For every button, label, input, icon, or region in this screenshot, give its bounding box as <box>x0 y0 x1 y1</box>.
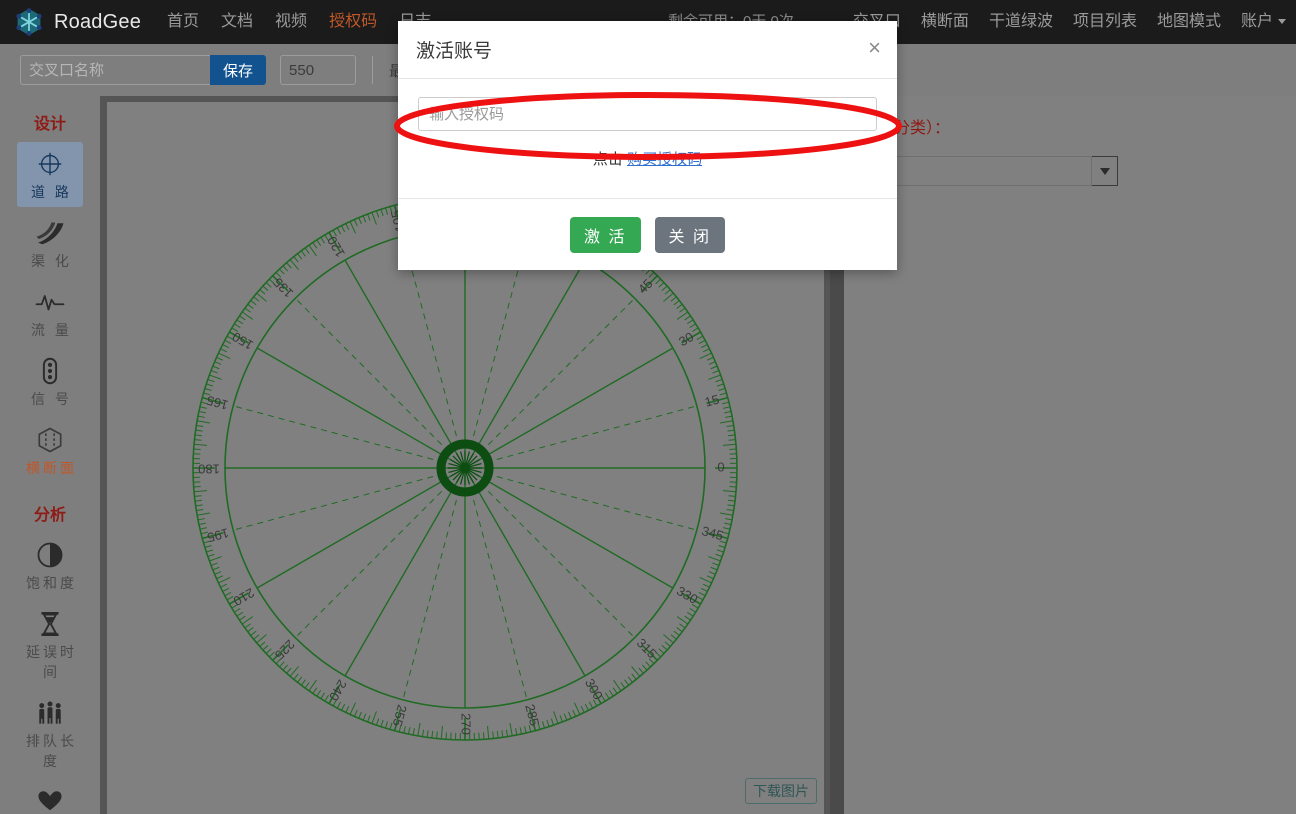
svg-text:270: 270 <box>459 713 474 735</box>
chevron-down-icon <box>1278 19 1286 25</box>
svg-text:285: 285 <box>522 703 542 728</box>
sidebar-item-delay-label: 延误时间 <box>26 644 77 680</box>
sidebar-item-saturation[interactable]: 饱和度 <box>17 533 83 598</box>
nav-item-account[interactable]: 账户 <box>1241 0 1286 44</box>
nav-right-group: 交叉口 横断面 干道绿波 项目列表 地图模式 账户 <box>833 0 1286 44</box>
brand[interactable]: RoadGee <box>0 7 141 37</box>
sidebar-item-channelization-label: 渠 化 <box>31 253 72 269</box>
left-sidebar: 设计 道 路 渠 化 流 量 信 号 横断面 分析 饱和度 延误时间 排队长度 <box>0 96 100 814</box>
intersection-name-group: 保存 <box>20 55 267 85</box>
activate-account-modal: 激活账号 × 点击 购买授权码 激 活 关 闭 <box>398 21 897 270</box>
modal-header: 激活账号 × <box>398 21 897 79</box>
license-code-input[interactable] <box>418 97 877 131</box>
download-image-button[interactable]: 下载图片 <box>745 778 817 804</box>
waveform-pulse-icon <box>17 287 83 317</box>
buy-hint-prefix: 点击 <box>592 151 623 168</box>
svg-text:150: 150 <box>230 329 256 353</box>
svg-text:30: 30 <box>676 329 696 349</box>
close-button[interactable]: 关 闭 <box>654 216 725 253</box>
right-panel-title: 度（分类）： <box>862 120 951 137</box>
sidebar-item-flow-label: 流 量 <box>31 322 72 338</box>
nav-item-cross-section[interactable]: 横断面 <box>921 0 969 44</box>
close-icon[interactable]: × <box>868 37 881 59</box>
sidebar-group-design-title: 设计 <box>33 116 66 133</box>
account-label: 账户 <box>1240 13 1273 30</box>
nav-item-project-list[interactable]: 项目列表 <box>1073 0 1137 44</box>
sidebar-item-signal[interactable]: 信 号 <box>17 349 83 414</box>
sidebar-item-channelization[interactable]: 渠 化 <box>17 211 83 276</box>
buy-license-link[interactable]: 购买授权码 <box>627 151 702 168</box>
chevron-down-icon <box>1099 167 1110 175</box>
sidebar-item-cross-section[interactable]: 横断面 <box>17 418 83 483</box>
svg-text:195: 195 <box>206 525 231 545</box>
save-button[interactable]: 保存 <box>210 55 267 85</box>
hexagon-snowflake-icon <box>16 8 42 36</box>
sidebar-item-road-label: 道 路 <box>31 184 72 200</box>
svg-text:255: 255 <box>390 703 410 728</box>
modal-footer: 激 活 关 闭 <box>398 198 897 270</box>
heart-hand-icon <box>17 787 83 814</box>
svg-text:315: 315 <box>634 635 660 661</box>
nav-item-map-mode[interactable]: 地图模式 <box>1157 0 1221 44</box>
sidebar-item-service-level[interactable]: 服务水平 <box>17 780 83 814</box>
sidebar-item-queue-length-label: 排队长度 <box>26 733 77 769</box>
svg-text:240: 240 <box>326 677 350 703</box>
category-select-caret[interactable] <box>1092 156 1118 186</box>
svg-text:135: 135 <box>270 275 296 301</box>
category-select-row <box>862 156 1280 186</box>
svg-text:165: 165 <box>205 393 230 413</box>
right-panel: 度（分类）： <box>844 96 1296 814</box>
sidebar-item-signal-label: 信 号 <box>31 391 72 407</box>
lane-channel-icon <box>17 218 83 248</box>
people-queue-icon <box>17 698 83 728</box>
svg-text:300: 300 <box>582 676 606 702</box>
cross-section-icon <box>17 425 83 455</box>
modal-title: 激活账号 <box>416 41 493 62</box>
intersection-name-input[interactable] <box>20 55 210 85</box>
nav-item-video[interactable]: 视频 <box>275 0 307 44</box>
nav-item-green-wave[interactable]: 干道绿波 <box>989 0 1053 44</box>
svg-text:45: 45 <box>635 276 656 297</box>
half-circle-contrast-icon <box>17 540 83 570</box>
svg-text:0: 0 <box>717 459 724 474</box>
nav-item-home[interactable]: 首页 <box>167 0 199 44</box>
brand-name: RoadGee <box>54 10 142 33</box>
sidebar-item-road[interactable]: 道 路 <box>17 142 83 207</box>
canvas-size-input[interactable] <box>280 55 357 85</box>
nav-item-docs[interactable]: 文档 <box>221 0 253 44</box>
buy-hint-row: 点击 购买授权码 <box>418 148 877 169</box>
sidebar-item-delay[interactable]: 延误时间 <box>17 602 83 687</box>
svg-text:210: 210 <box>231 585 257 609</box>
svg-text:180: 180 <box>198 462 220 477</box>
sidebar-item-saturation-label: 饱和度 <box>26 575 77 591</box>
sidebar-item-cross-section-label: 横断面 <box>26 460 77 476</box>
crosshair-target-icon <box>17 149 83 179</box>
traffic-light-icon <box>17 356 83 386</box>
sidebar-item-queue-length[interactable]: 排队长度 <box>17 691 83 776</box>
toolbar-divider <box>372 56 374 84</box>
toolbar-inner: 保存 最多支 <box>0 55 434 85</box>
sidebar-item-flow[interactable]: 流 量 <box>17 280 83 345</box>
sidebar-group-analysis-title: 分析 <box>33 507 66 524</box>
hourglass-icon <box>17 609 83 639</box>
svg-text:330: 330 <box>674 583 700 607</box>
svg-text:120: 120 <box>324 234 348 260</box>
app-root: RoadGee 首页 文档 视频 授权码 日志 剩余可用：0天 0次 交叉口 横… <box>0 0 1296 814</box>
nav-item-license[interactable]: 授权码 <box>329 0 377 44</box>
svg-text:15: 15 <box>703 392 721 410</box>
modal-body: 点击 购买授权码 <box>398 79 897 169</box>
activate-button[interactable]: 激 活 <box>570 216 641 253</box>
svg-text:225: 225 <box>272 637 298 663</box>
svg-text:345: 345 <box>700 523 725 543</box>
